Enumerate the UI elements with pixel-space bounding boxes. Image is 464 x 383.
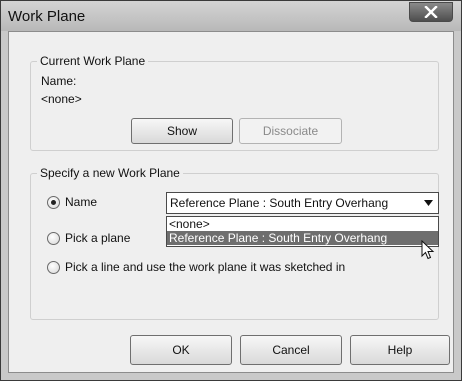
pick-line-radio-option[interactable]: Pick a line and use the work plane it wa… — [47, 260, 345, 274]
name-radio[interactable] — [47, 195, 60, 209]
close-button[interactable] — [409, 2, 453, 22]
current-plane-value: <none> — [41, 92, 82, 106]
name-radio-option[interactable]: Name — [47, 195, 97, 209]
cancel-button[interactable]: Cancel — [240, 335, 342, 365]
dissociate-button[interactable]: Dissociate — [239, 118, 342, 144]
ok-button[interactable]: OK — [130, 335, 232, 365]
current-work-plane-legend: Current Work Plane — [37, 54, 149, 68]
close-icon — [424, 6, 438, 18]
work-plane-name-dropdown: <none> Reference Plane : South Entry Ove… — [166, 216, 439, 247]
dropdown-option-south-entry-overhang[interactable]: Reference Plane : South Entry Overhang — [167, 231, 438, 245]
pick-line-radio[interactable] — [47, 260, 60, 274]
dialog-body: Current Work Plane Name: <none> Show Dis… — [8, 31, 454, 373]
work-plane-dialog: Work Plane Current Work Plane Name: <non… — [0, 0, 462, 381]
pick-plane-radio-label: Pick a plane — [65, 231, 131, 245]
title-bar: Work Plane — [1, 1, 461, 31]
show-button[interactable]: Show — [131, 118, 233, 144]
pick-plane-radio-option[interactable]: Pick a plane — [47, 231, 130, 245]
name-radio-label: Name — [65, 195, 98, 209]
dialog-title: Work Plane — [8, 8, 86, 25]
mouse-pointer-icon — [421, 240, 435, 260]
current-work-plane-group: Current Work Plane Name: <none> Show Dis… — [30, 54, 439, 151]
new-work-plane-legend: Specify a new Work Plane — [37, 166, 183, 180]
chevron-down-icon[interactable] — [424, 200, 433, 206]
help-button[interactable]: Help — [350, 335, 450, 365]
pick-line-radio-label: Pick a line and use the work plane it wa… — [65, 260, 346, 274]
dropdown-option-none[interactable]: <none> — [167, 217, 438, 231]
combo-selected-value: Reference Plane : South Entry Overhang — [170, 196, 389, 210]
name-label: Name: — [41, 74, 77, 88]
pick-plane-radio[interactable] — [47, 231, 60, 245]
work-plane-name-combo[interactable]: Reference Plane : South Entry Overhang — [166, 192, 439, 214]
